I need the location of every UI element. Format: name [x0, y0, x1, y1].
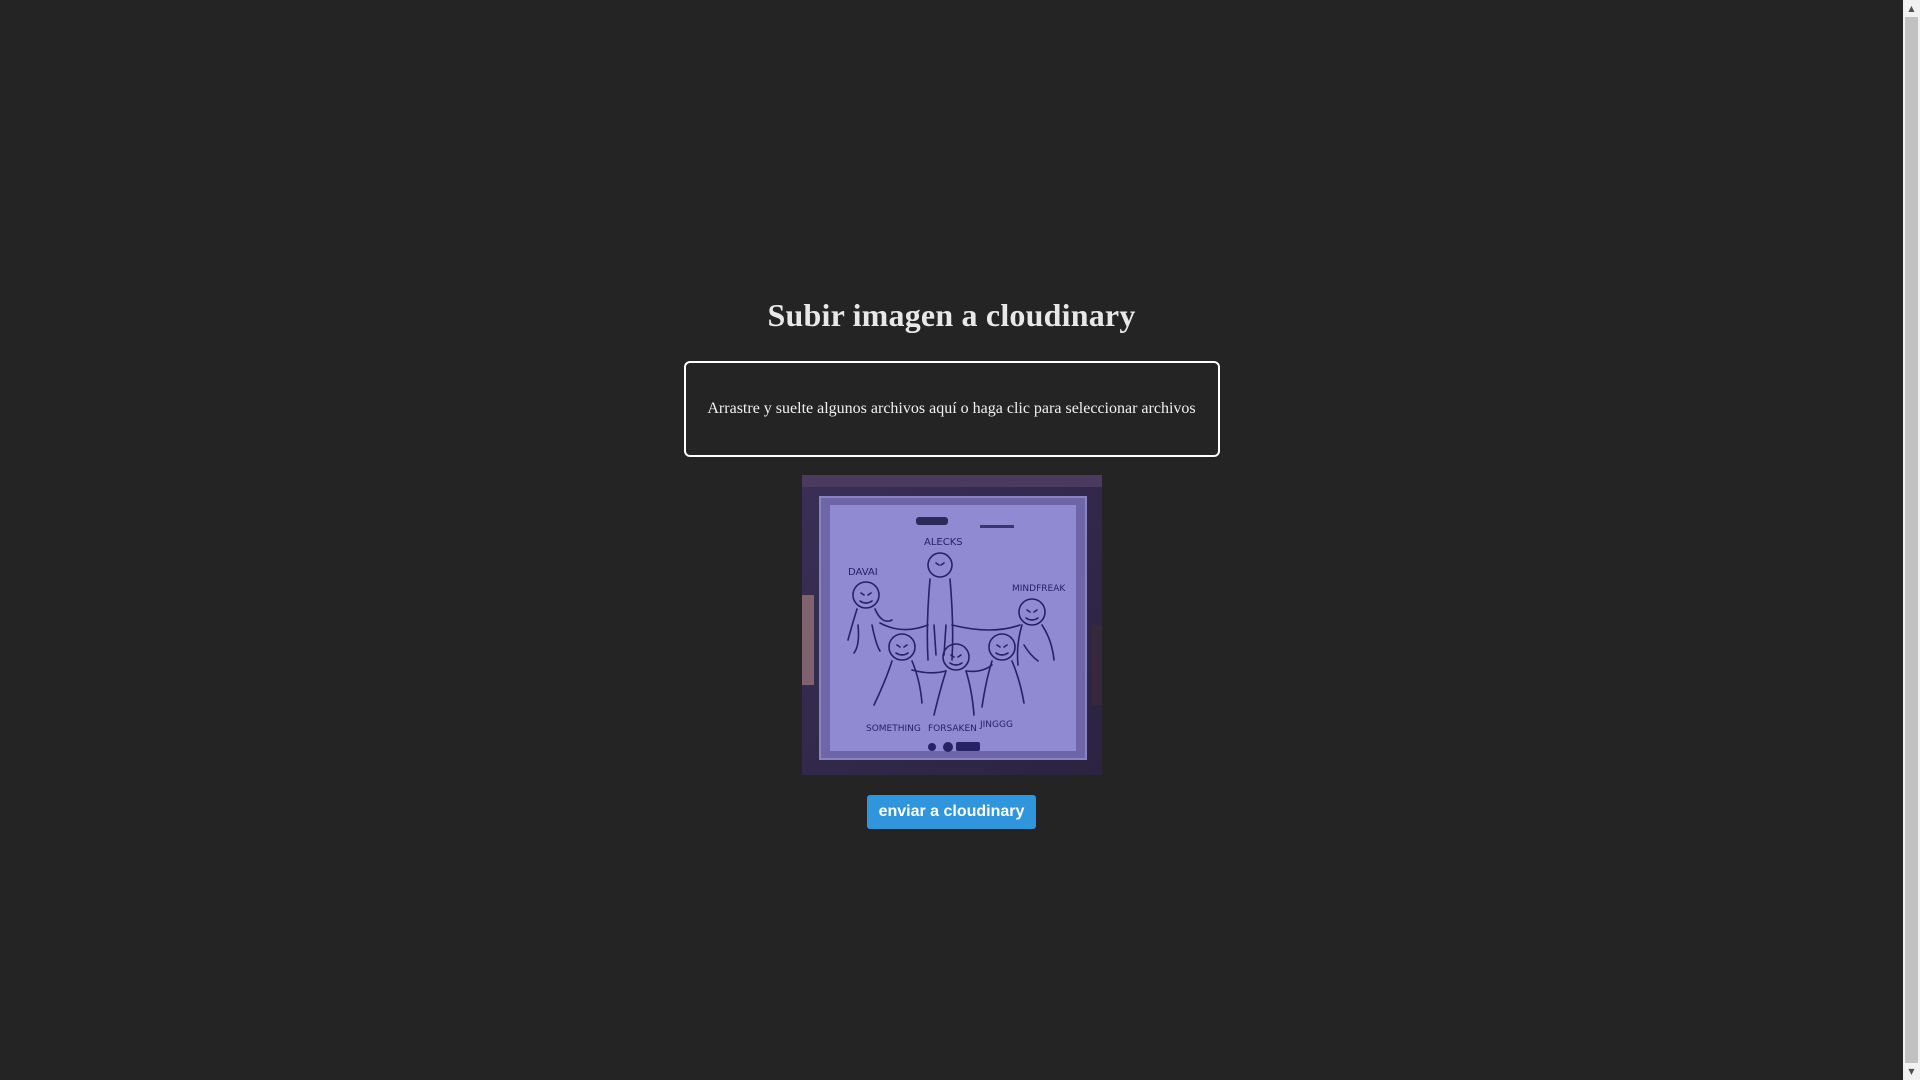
- preview-label-jinggg: JINGGG: [979, 720, 1013, 730]
- scroll-up-arrow-icon[interactable]: ▲: [1903, 0, 1920, 17]
- file-dropzone[interactable]: Arrastre y suelte algunos archivos aquí …: [683, 361, 1220, 457]
- page-viewport: Subir imagen a cloudinary Arrastre y sue…: [0, 0, 1903, 1080]
- uploaded-image-preview: ALECKS DAVAI MINDFREAK SOMETHING FORSAKE…: [801, 475, 1102, 775]
- page-title: Subir imagen a cloudinary: [767, 297, 1136, 333]
- vertical-scrollbar[interactable]: ▲ ▼: [1903, 0, 1920, 1080]
- upload-form: Subir imagen a cloudinary Arrastre y sue…: [0, 292, 1903, 829]
- preview-label-alecks: ALECKS: [924, 537, 963, 548]
- preview-label-forsaken: FORSAKEN: [928, 724, 977, 734]
- scrollbar-thumb[interactable]: [1905, 17, 1918, 1063]
- upload-to-cloudinary-button[interactable]: enviar a cloudinary: [866, 795, 1037, 829]
- preview-label-something: SOMETHING: [866, 724, 921, 734]
- dropzone-instructions: Arrastre y suelte algunos archivos aquí …: [707, 400, 1196, 417]
- preview-label-davai: DAVAI: [848, 567, 878, 578]
- preview-label-mindfreak: MINDFREAK: [1012, 584, 1066, 594]
- scroll-down-arrow-icon[interactable]: ▼: [1903, 1063, 1920, 1080]
